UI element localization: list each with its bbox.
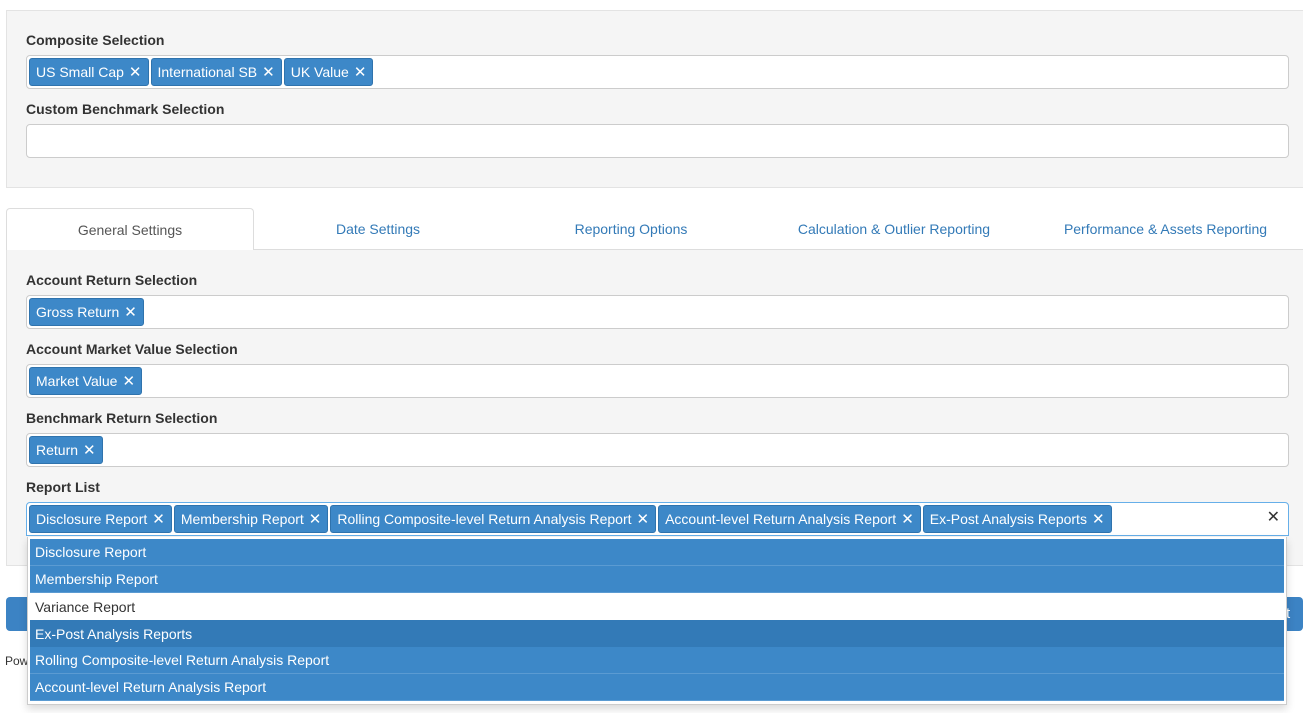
chip-label: Rolling Composite-level Return Analysis … [337,511,632,527]
remove-icon[interactable]: ✕ [1092,510,1105,528]
chip-international-sb[interactable]: International SB ✕ [150,58,282,86]
remove-icon[interactable]: ✕ [152,510,165,528]
composite-selection-label: Composite Selection [26,32,165,48]
settings-tabs: General Settings Date Settings Reporting… [6,208,1303,251]
option-membership-report[interactable]: Membership Report [30,566,1284,593]
chip-market-value[interactable]: Market Value ✕ [29,367,143,395]
remove-icon[interactable]: ✕ [901,510,914,528]
account-return-label: Account Return Selection [26,272,198,288]
account-return-select[interactable]: Gross Return ✕ [26,295,1289,329]
tab-reporting-options[interactable]: Reporting Options [502,208,760,250]
remove-icon[interactable]: ✕ [122,372,135,390]
chip-label: Disclosure Report [36,511,148,527]
report-list-select[interactable]: Disclosure Report ✕ Membership Report ✕ Ro… [26,502,1289,536]
benchmark-return-label: Benchmark Return Selection [26,410,218,426]
chip-rolling-composite-report[interactable]: Rolling Composite-level Return Analysis … [330,505,657,533]
remove-icon[interactable]: ✕ [83,441,96,459]
composite-select[interactable]: US Small Cap ✕ International SB ✕ UK Value… [26,55,1289,89]
chip-label: UK Value [290,64,349,80]
chip-ex-post-report[interactable]: Ex-Post Analysis Reports ✕ [922,505,1112,533]
tab-date-settings[interactable]: Date Settings [254,208,502,250]
footer-powered-by: Pow [5,654,29,668]
remove-icon[interactable]: ✕ [354,63,367,81]
option-ex-post-analysis[interactable]: Ex-Post Analysis Reports [30,620,1284,647]
benchmark-return-select[interactable]: Return ✕ [26,433,1289,467]
option-variance-report[interactable]: Variance Report [30,593,1284,620]
chip-gross-return[interactable]: Gross Return ✕ [29,298,144,326]
composite-panel [6,10,1303,188]
chip-label: Market Value [36,373,118,389]
custom-benchmark-label: Custom Benchmark Selection [26,101,225,117]
tab-calculation-outlier[interactable]: Calculation & Outlier Reporting [760,208,1028,250]
chip-label: Return [36,442,79,458]
option-disclosure-report[interactable]: Disclosure Report [30,539,1284,566]
chip-uk-value[interactable]: UK Value ✕ [283,58,374,86]
report-list-label: Report List [26,479,100,495]
option-rolling-composite[interactable]: Rolling Composite-level Return Analysis … [30,647,1284,674]
chip-label: Ex-Post Analysis Reports [929,511,1087,527]
chip-label: US Small Cap [36,64,124,80]
chip-label: Membership Report [180,511,304,527]
chip-label: International SB [157,64,258,80]
chip-label: Gross Return [36,304,120,320]
option-account-level[interactable]: Account-level Return Analysis Report [30,674,1284,701]
remove-icon[interactable]: ✕ [129,63,142,81]
chip-us-small-cap[interactable]: US Small Cap ✕ [29,58,149,86]
remove-icon[interactable]: ✕ [262,63,275,81]
bottom-left-button[interactable] [6,597,28,631]
chip-membership-report[interactable]: Membership Report ✕ [173,505,329,533]
custom-benchmark-select[interactable] [26,124,1289,158]
tab-general-settings[interactable]: General Settings [6,208,254,251]
tab-performance-assets[interactable]: Performance & Assets Reporting [1028,208,1303,250]
remove-icon[interactable]: ✕ [637,510,650,528]
chip-return[interactable]: Return ✕ [29,436,103,464]
clear-all-icon[interactable]: ✕ [1267,507,1280,527]
account-market-value-select[interactable]: Market Value ✕ [26,364,1289,398]
account-market-value-label: Account Market Value Selection [26,341,238,357]
remove-icon[interactable]: ✕ [309,510,322,528]
chip-label: Account-level Return Analysis Report [665,511,897,527]
report-list-dropdown: Disclosure Report Membership Report Vari… [27,537,1287,705]
remove-icon[interactable]: ✕ [124,303,137,321]
chip-account-level-report[interactable]: Account-level Return Analysis Report ✕ [658,505,921,533]
chip-disclosure-report[interactable]: Disclosure Report ✕ [29,505,172,533]
